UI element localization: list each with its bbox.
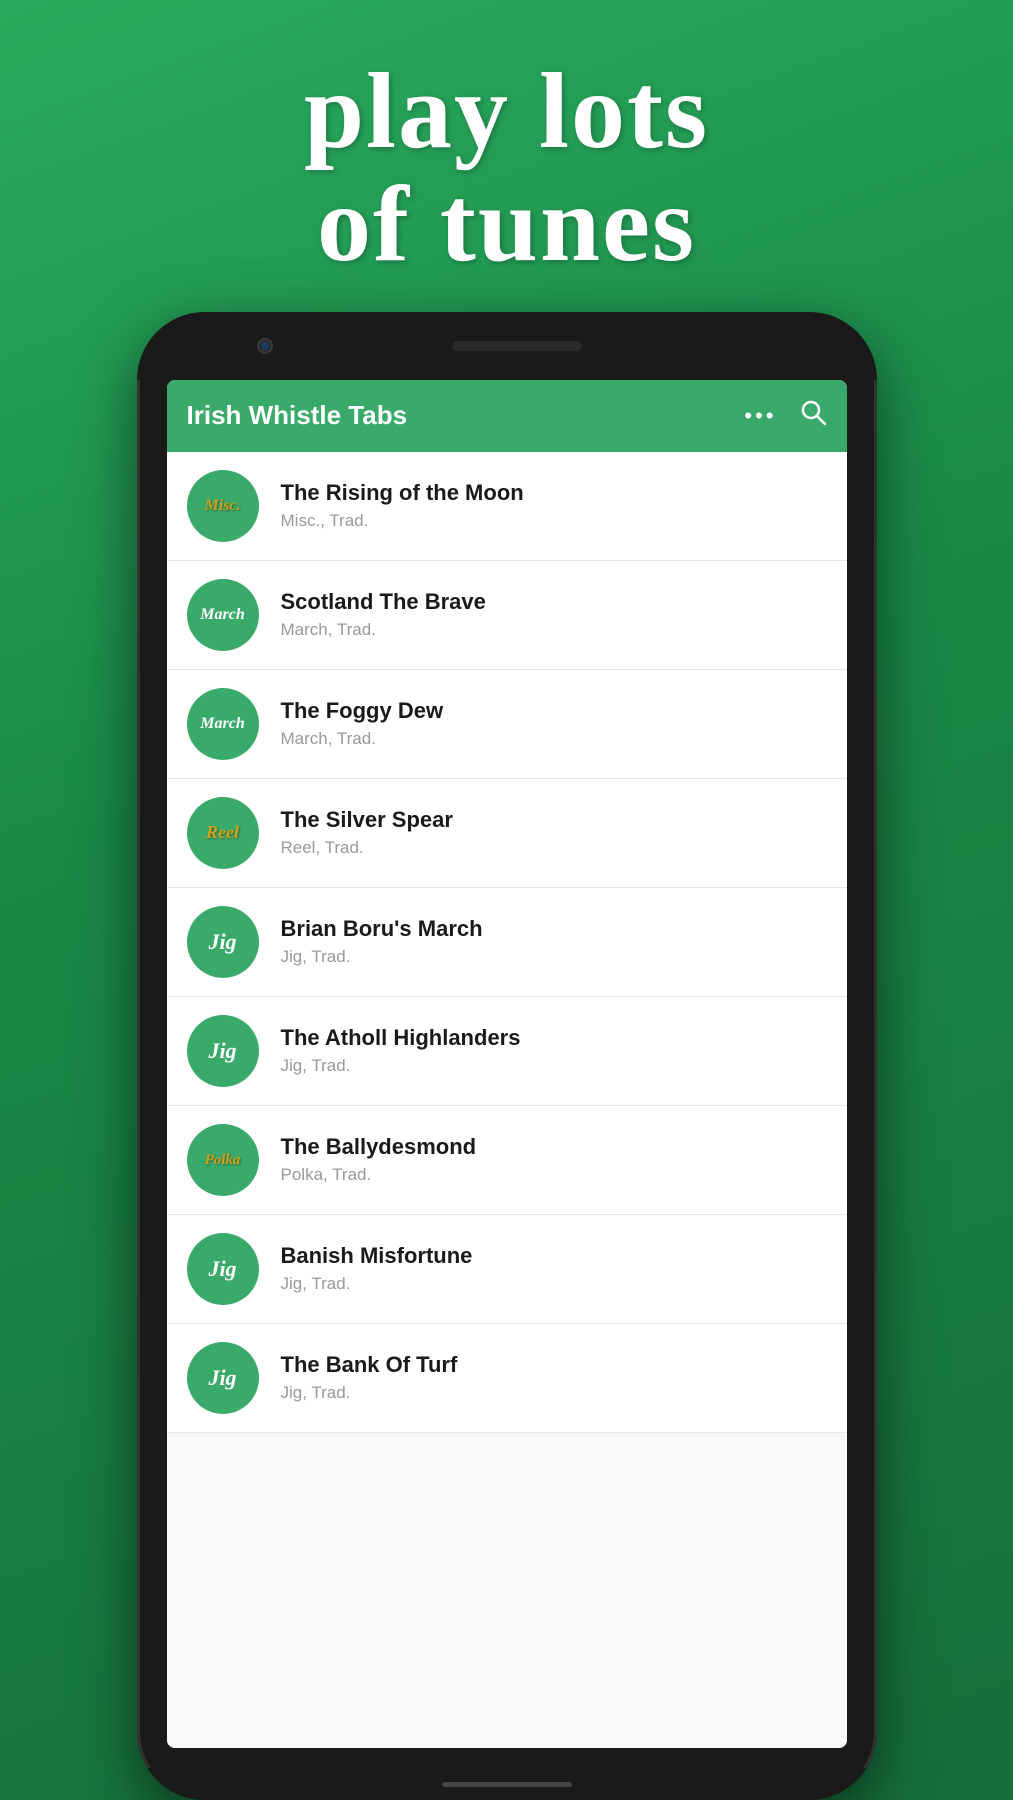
tune-list-item[interactable]: Jig The Bank Of Turf Jig, Trad. xyxy=(167,1324,847,1433)
tune-avatar: Jig xyxy=(187,906,259,978)
hero-section: play lots of tunes xyxy=(304,55,709,282)
search-button[interactable] xyxy=(799,398,827,433)
tune-avatar: Jig xyxy=(187,1015,259,1087)
tune-meta: Misc., Trad. xyxy=(281,511,524,531)
tune-avatar-label: Jig xyxy=(208,930,236,954)
tune-name: Brian Boru's March xyxy=(281,916,483,942)
tune-list-item[interactable]: Jig Banish Misfortune Jig, Trad. xyxy=(167,1215,847,1324)
tune-avatar: Reel xyxy=(187,797,259,869)
tune-name: The Bank Of Turf xyxy=(281,1352,458,1378)
tune-avatar-label: Polka xyxy=(205,1150,241,1169)
tune-avatar-label: Jig xyxy=(208,1257,236,1281)
phone-device: Irish Whistle Tabs ••• Misc. The Rising o… xyxy=(137,312,877,1800)
phone-camera xyxy=(257,338,273,354)
tune-avatar-label: Reel xyxy=(206,823,239,843)
tune-meta: Jig, Trad. xyxy=(281,1383,458,1403)
tune-avatar: March xyxy=(187,688,259,760)
tune-info: Brian Boru's March Jig, Trad. xyxy=(281,916,483,967)
tune-meta: Reel, Trad. xyxy=(281,838,453,858)
tune-list-item[interactable]: Jig The Atholl Highlanders Jig, Trad. xyxy=(167,997,847,1106)
tune-list-item[interactable]: Reel The Silver Spear Reel, Trad. xyxy=(167,779,847,888)
tune-name: The Foggy Dew xyxy=(281,698,444,724)
tune-list-item[interactable]: March Scotland The Brave March, Trad. xyxy=(167,561,847,670)
tune-name: Banish Misfortune xyxy=(281,1243,473,1269)
tune-list-item[interactable]: Misc. The Rising of the Moon Misc., Trad. xyxy=(167,452,847,561)
phone-screen: Irish Whistle Tabs ••• Misc. The Rising o… xyxy=(167,380,847,1748)
tune-name: The Rising of the Moon xyxy=(281,480,524,506)
tune-avatar: Polka xyxy=(187,1124,259,1196)
tune-avatar: Misc. xyxy=(187,470,259,542)
tune-avatar-label: Jig xyxy=(208,1039,236,1063)
tune-list: Misc.The Rising of the MoonMisc., Trad.M… xyxy=(167,452,847,1748)
tune-name: Scotland The Brave xyxy=(281,589,486,615)
tune-avatar-label: Misc. xyxy=(205,496,241,515)
app-bar: Irish Whistle Tabs ••• xyxy=(167,380,847,452)
phone-top-bar xyxy=(137,312,877,380)
tune-info: Scotland The Brave March, Trad. xyxy=(281,589,486,640)
tune-avatar-label: March xyxy=(200,714,244,733)
tune-name: The Ballydesmond xyxy=(281,1134,477,1160)
app-bar-actions: ••• xyxy=(744,398,826,433)
phone-speaker xyxy=(452,341,582,351)
tune-info: Banish Misfortune Jig, Trad. xyxy=(281,1243,473,1294)
tune-avatar-label: March xyxy=(200,605,244,624)
tune-list-item[interactable]: March The Foggy Dew March, Trad. xyxy=(167,670,847,779)
app-bar-title: Irish Whistle Tabs xyxy=(187,400,408,431)
tune-meta: Jig, Trad. xyxy=(281,1274,473,1294)
tune-name: The Silver Spear xyxy=(281,807,453,833)
tune-info: The Bank Of Turf Jig, Trad. xyxy=(281,1352,458,1403)
tune-list-item[interactable]: Jig Brian Boru's March Jig, Trad. xyxy=(167,888,847,997)
phone-bottom xyxy=(137,1768,877,1800)
tune-meta: Polka, Trad. xyxy=(281,1165,477,1185)
tune-meta: March, Trad. xyxy=(281,729,444,749)
tune-info: The Atholl Highlanders Jig, Trad. xyxy=(281,1025,521,1076)
hero-title: play lots of tunes xyxy=(304,55,709,282)
tune-info: The Silver Spear Reel, Trad. xyxy=(281,807,453,858)
tune-info: The Foggy Dew March, Trad. xyxy=(281,698,444,749)
tune-meta: Jig, Trad. xyxy=(281,947,483,967)
tune-avatar: Jig xyxy=(187,1342,259,1414)
tune-info: The Rising of the Moon Misc., Trad. xyxy=(281,480,524,531)
tune-avatar-label: Jig xyxy=(208,1366,236,1390)
tune-avatar: March xyxy=(187,579,259,651)
tune-meta: Jig, Trad. xyxy=(281,1056,521,1076)
phone-home-bar xyxy=(442,1782,572,1787)
more-options-button[interactable]: ••• xyxy=(744,403,776,429)
tune-meta: March, Trad. xyxy=(281,620,486,640)
tune-list-item[interactable]: Polka The Ballydesmond Polka, Trad. xyxy=(167,1106,847,1215)
tune-name: The Atholl Highlanders xyxy=(281,1025,521,1051)
tune-info: The Ballydesmond Polka, Trad. xyxy=(281,1134,477,1185)
tune-avatar: Jig xyxy=(187,1233,259,1305)
